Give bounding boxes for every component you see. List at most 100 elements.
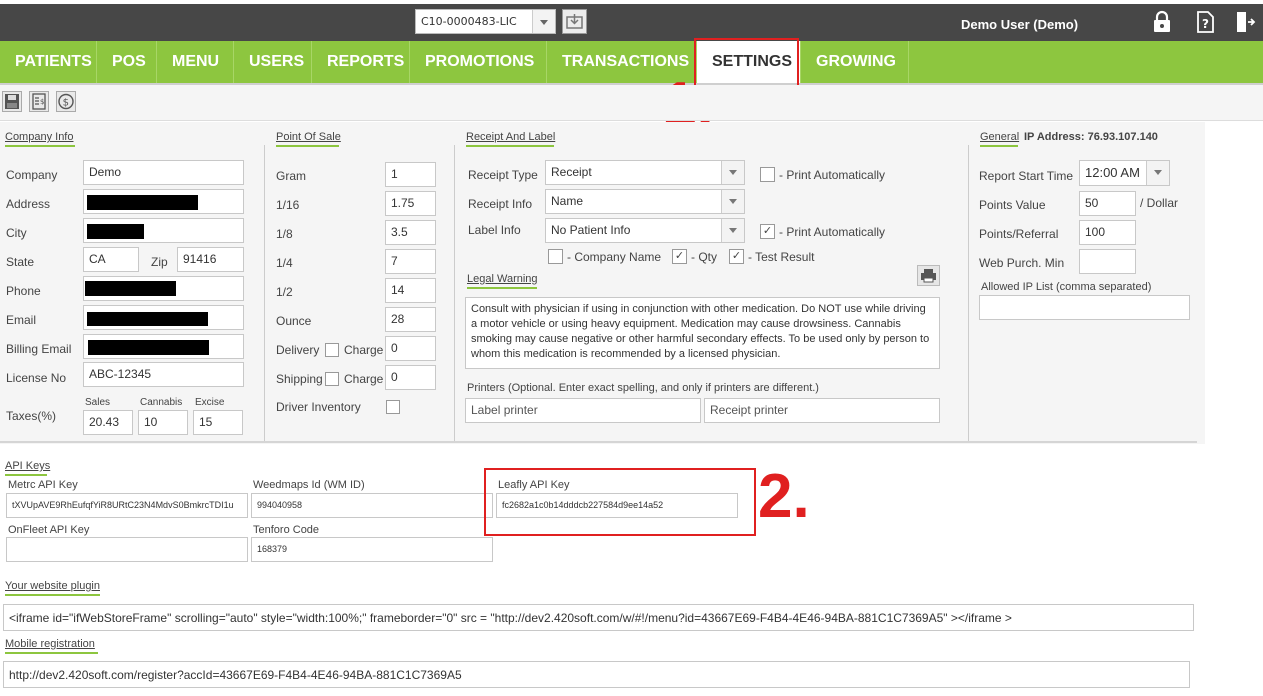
- city-input[interactable]: [83, 218, 244, 243]
- nav-patients[interactable]: PATIENTS: [0, 41, 97, 83]
- nav-growing[interactable]: GROWING: [801, 41, 909, 83]
- state-label: State: [6, 255, 35, 269]
- shipping-checkbox[interactable]: [325, 372, 339, 386]
- weedmaps-id-input[interactable]: 994040958: [251, 493, 493, 518]
- money-button[interactable]: $: [56, 91, 76, 112]
- legal-warning-title: Legal Warning: [467, 273, 538, 285]
- company-name-checkbox[interactable]: [548, 249, 563, 264]
- svg-text:?: ?: [1202, 17, 1209, 31]
- pos-row-input[interactable]: 3.5: [385, 220, 436, 245]
- pos-row-input[interactable]: 7: [385, 249, 436, 274]
- plugin-code-input[interactable]: <iframe id="ifWebStoreFrame" scrolling="…: [3, 604, 1194, 631]
- legal-warning-textarea[interactable]: Consult with physician if using in conju…: [465, 297, 940, 369]
- billing-email-redaction: [88, 340, 209, 355]
- email-input[interactable]: [83, 305, 244, 330]
- license-input[interactable]: ABC-12345: [83, 362, 244, 387]
- nav-reports[interactable]: REPORTS: [312, 41, 410, 83]
- receipt-type-select[interactable]: Receipt: [545, 160, 745, 185]
- floppy-disk-icon: [5, 94, 19, 109]
- allowed-ip-input[interactable]: [979, 295, 1190, 320]
- receipt-type-label: Receipt Type: [468, 168, 538, 182]
- pos-row-input[interactable]: 1: [385, 162, 436, 187]
- print-auto-receipt-label: - Print Automatically: [779, 168, 886, 182]
- pos-row-input[interactable]: 28: [385, 307, 436, 332]
- web-purch-min-input[interactable]: [1079, 249, 1136, 274]
- print-auto-receipt-checkbox[interactable]: [760, 167, 775, 182]
- receipt-printer-input[interactable]: Receipt printer: [704, 398, 940, 423]
- sales-tax-input[interactable]: 20.43: [83, 410, 133, 435]
- address-label: Address: [6, 197, 51, 211]
- nav-users[interactable]: USERS: [234, 41, 312, 83]
- email-label: Email: [6, 313, 37, 327]
- chevron-down-icon: [721, 219, 744, 242]
- pos-row-input[interactable]: 14: [385, 278, 436, 303]
- download-tray-icon: [566, 14, 583, 29]
- state-input[interactable]: CA: [83, 247, 139, 272]
- qty-checkbox[interactable]: ✓: [672, 249, 687, 264]
- nav-promotions[interactable]: PROMOTIONS: [410, 41, 547, 83]
- receipt-icon: $: [32, 93, 46, 110]
- general-underline: [980, 145, 1018, 147]
- onfleet-key-input[interactable]: [6, 537, 248, 562]
- delivery-charge-input[interactable]: 0: [385, 336, 436, 361]
- license-select[interactable]: C10-0000483-LIC: [415, 9, 556, 34]
- svg-text:$: $: [40, 98, 44, 106]
- label-info-select[interactable]: No Patient Info: [545, 218, 745, 243]
- printers-label: Printers (Optional. Enter exact spelling…: [467, 382, 819, 394]
- print-auto-label-checkbox[interactable]: ✓: [760, 224, 775, 239]
- receipt-info-select[interactable]: Name: [545, 189, 745, 214]
- phone-input[interactable]: [83, 276, 244, 301]
- points-referral-input[interactable]: 100: [1079, 220, 1136, 245]
- license-label: License No: [6, 371, 67, 385]
- tenforo-code-input[interactable]: 168379: [251, 537, 493, 562]
- metrc-key-input[interactable]: tXVUpAVE9RhEufqfYiR8URtC23N4MdvS0BmkrcTD…: [6, 493, 248, 518]
- excise-tax-input[interactable]: 15: [193, 410, 243, 435]
- nav-menu[interactable]: MENU: [157, 41, 234, 83]
- general-title: General: [980, 131, 1020, 143]
- city-label: City: [6, 226, 27, 240]
- sales-label: Sales: [85, 397, 111, 408]
- receipt-button[interactable]: $: [29, 91, 49, 112]
- checkmark-icon: ✓: [731, 249, 742, 262]
- mobile-registration-input[interactable]: http://dev2.420soft.com/register?accId=4…: [3, 661, 1190, 688]
- test-result-checkbox[interactable]: ✓: [729, 249, 744, 264]
- column-divider-2: [454, 145, 455, 441]
- receipt-label-underline: [466, 145, 554, 147]
- license-select-value: C10-0000483-LIC: [421, 15, 517, 28]
- mobile-registration-underline: [5, 652, 98, 654]
- billing-email-input[interactable]: [83, 334, 244, 359]
- chevron-down-icon: [532, 10, 555, 33]
- nav-pos[interactable]: POS: [97, 41, 157, 83]
- cannabis-label: Cannabis: [140, 397, 183, 408]
- driver-inventory-checkbox[interactable]: [386, 400, 400, 414]
- points-value-input[interactable]: 50: [1079, 191, 1136, 216]
- excise-label: Excise: [195, 397, 225, 408]
- address-input[interactable]: [83, 189, 244, 214]
- weedmaps-label: Weedmaps Id (WM ID): [253, 479, 365, 491]
- shipping-charge-input[interactable]: 0: [385, 365, 436, 390]
- company-input[interactable]: Demo: [83, 160, 244, 185]
- zip-input[interactable]: 91416: [177, 247, 244, 272]
- pos-row-input[interactable]: 1.75: [385, 191, 436, 216]
- billing-email-label: Billing Email: [6, 342, 72, 356]
- legal-warning-underline: [467, 287, 537, 289]
- license-action-button[interactable]: [562, 9, 587, 34]
- report-start-select[interactable]: 12:00 AM: [1079, 160, 1170, 186]
- label-printer-input[interactable]: Label printer: [465, 398, 701, 423]
- chevron-down-icon: [1146, 161, 1169, 185]
- phone-label: Phone: [6, 284, 41, 298]
- company-info-title: Company Info: [5, 131, 74, 143]
- pos-row-label: Gram: [276, 169, 306, 183]
- save-button[interactable]: [2, 91, 22, 112]
- help-icon[interactable]: ?: [1194, 10, 1216, 34]
- print-button[interactable]: [917, 265, 940, 286]
- lock-icon[interactable]: [1152, 10, 1174, 34]
- annotation-label-2: 2.: [758, 462, 810, 531]
- report-start-label: Report Start Time: [979, 169, 1074, 183]
- cannabis-tax-input[interactable]: 10: [138, 410, 188, 435]
- per-dollar-label: / Dollar: [1140, 196, 1179, 210]
- label-info-value: No Patient Info: [551, 223, 631, 237]
- toolbar: [0, 85, 1263, 121]
- logout-icon[interactable]: [1234, 10, 1256, 34]
- delivery-checkbox[interactable]: [325, 343, 339, 357]
